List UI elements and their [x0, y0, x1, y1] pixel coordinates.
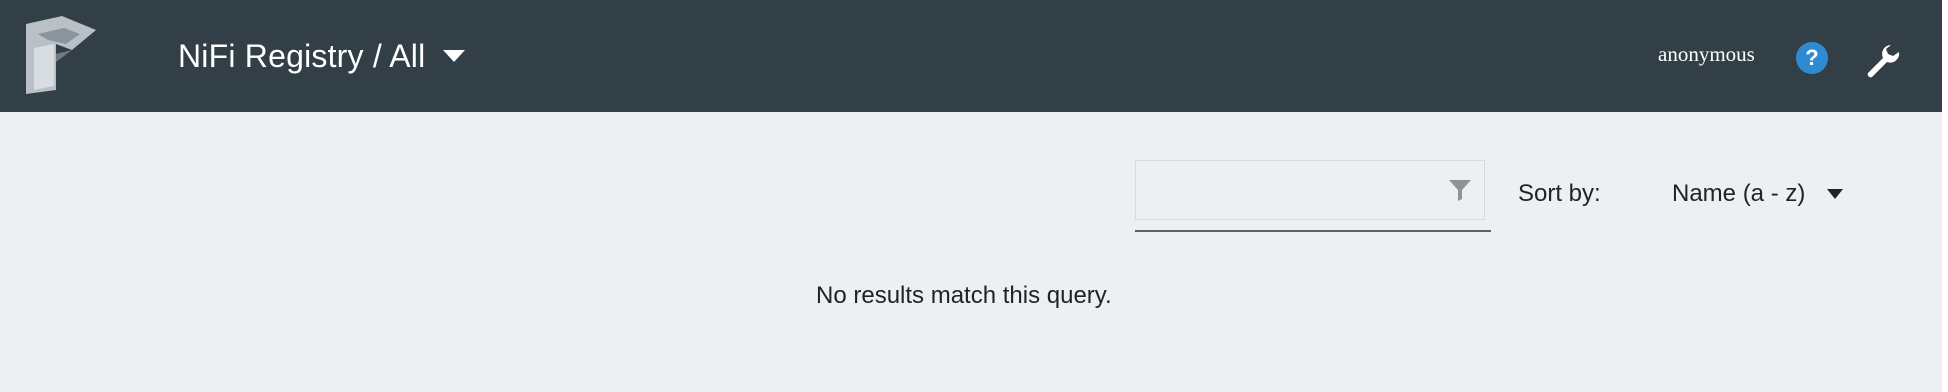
- sort-label: Sort by:: [1518, 180, 1601, 207]
- help-circle-icon[interactable]: ?: [1795, 41, 1829, 75]
- filter-underline: [1135, 230, 1491, 232]
- filter-input[interactable]: [1148, 171, 1442, 211]
- caret-down-icon: [443, 50, 466, 62]
- filter-funnel-icon: [1449, 180, 1471, 201]
- sort-selected-value: Name (a - z): [1672, 180, 1806, 207]
- wrench-icon[interactable]: [1862, 40, 1902, 80]
- current-user: anonymous: [1658, 42, 1755, 66]
- nifi-registry-logo[interactable]: [26, 14, 96, 96]
- filter-field[interactable]: [1135, 160, 1485, 220]
- page-title: NiFi Registry / All: [178, 37, 426, 74]
- caret-down-icon: [1827, 189, 1844, 199]
- svg-text:?: ?: [1805, 45, 1818, 70]
- empty-results-message: No results match this query.: [816, 282, 1112, 309]
- app-window: NiFi Registry / All anonymous ? Sort by:…: [0, 0, 1948, 392]
- top-bar: NiFi Registry / All anonymous ?: [0, 0, 1948, 112]
- bucket-selector[interactable]: NiFi Registry / All: [178, 34, 466, 78]
- main-content: [0, 112, 1948, 392]
- sort-dropdown[interactable]: Name (a - z): [1672, 176, 1844, 212]
- window-edge: [1942, 0, 1948, 392]
